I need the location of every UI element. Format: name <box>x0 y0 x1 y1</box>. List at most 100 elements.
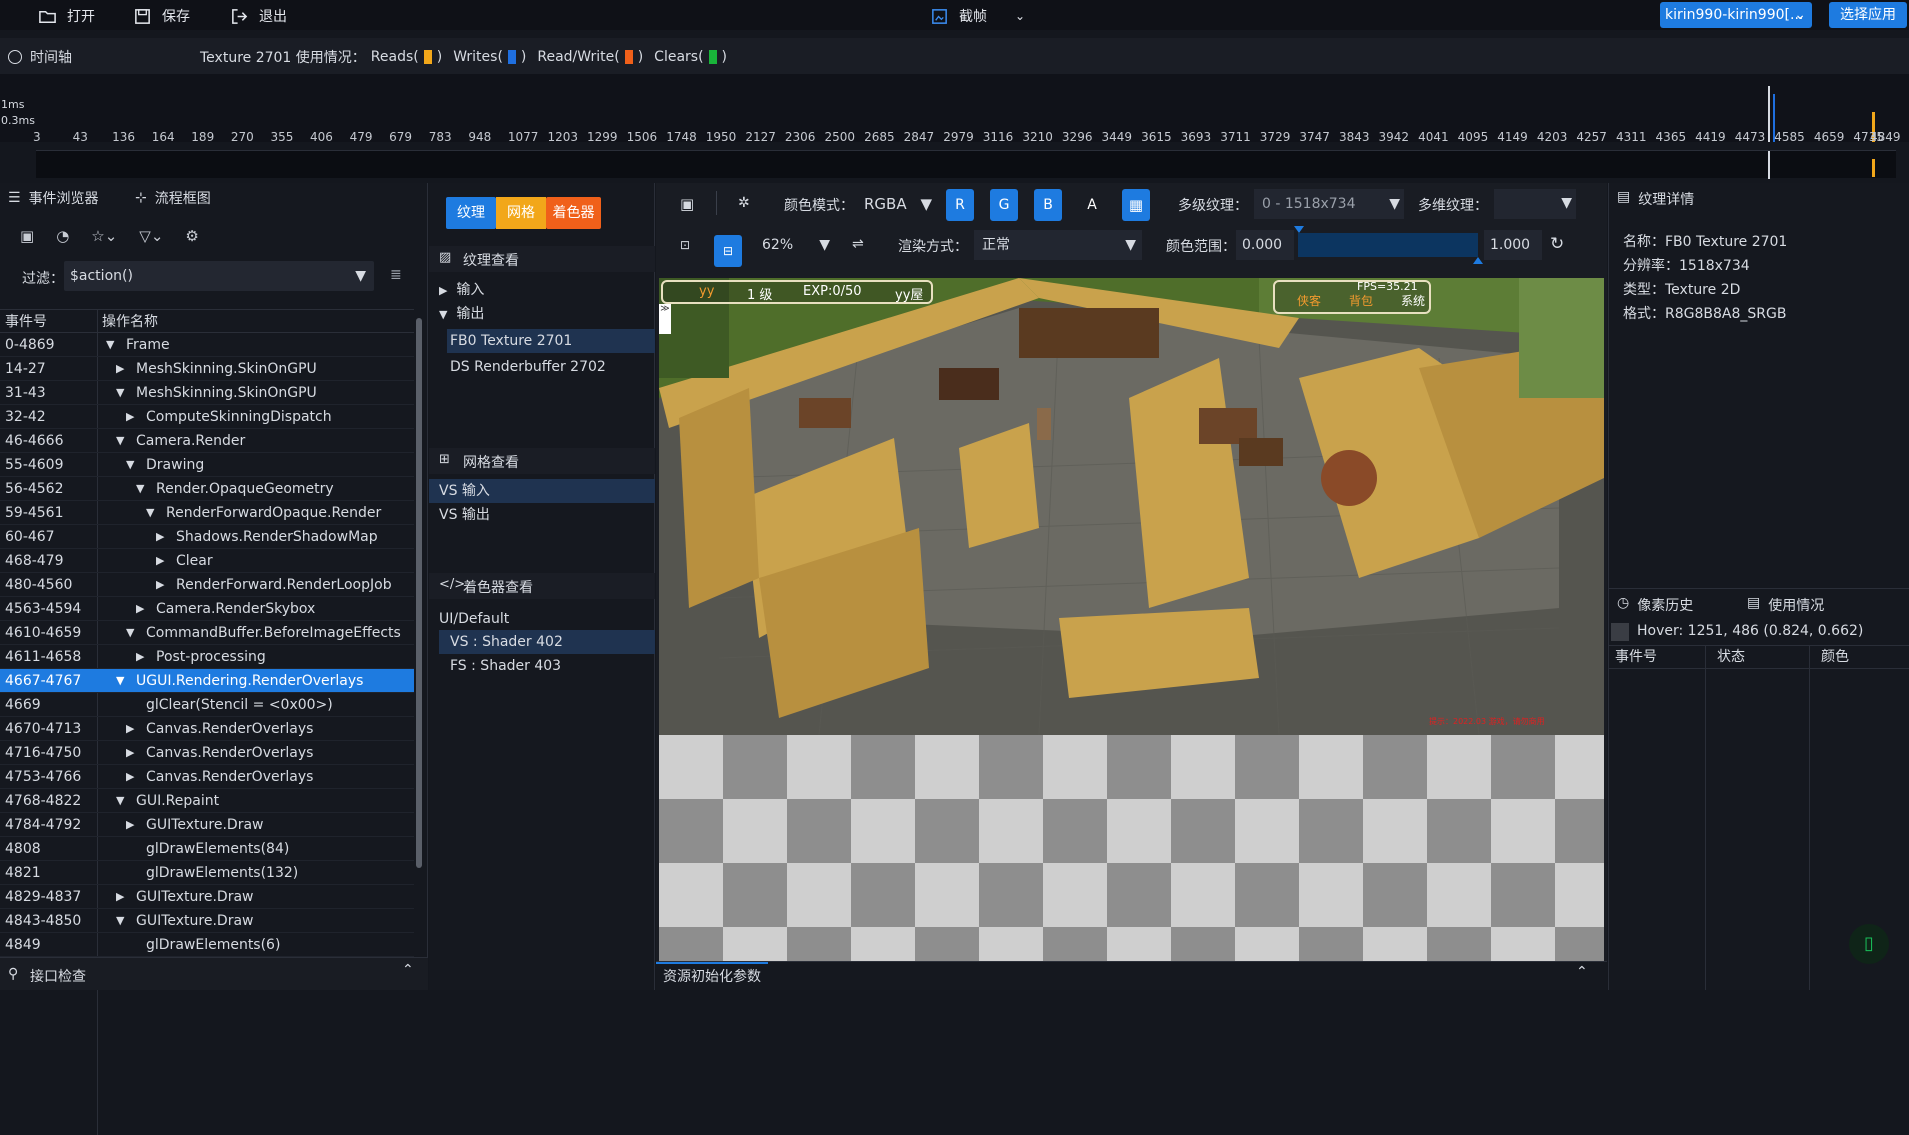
expand-arrow-icon[interactable]: ▼ <box>136 477 144 501</box>
select-app-button[interactable]: 选择应用 <box>1829 2 1907 28</box>
event-row[interactable]: 4784-4792 ▶ GUITexture.Draw <box>0 813 414 837</box>
event-row[interactable]: 59-4561 ▼ RenderForwardOpaque.Render <box>0 501 414 525</box>
collapse-arrow-icon[interactable]: ▶ <box>156 549 164 573</box>
tree-output[interactable]: ▼ 输出 <box>439 303 484 323</box>
expand-arrow-icon[interactable]: ▼ <box>116 789 124 813</box>
event-row[interactable]: 0-4869 ▼ Frame <box>0 333 414 357</box>
event-row[interactable]: 4849 glDrawElements(6) <box>0 933 414 957</box>
expand-arrow-icon[interactable]: ▼ <box>146 501 154 525</box>
tree-input[interactable]: ▶ 输入 <box>439 279 484 299</box>
expand-arrow-icon[interactable]: ▼ <box>116 669 124 693</box>
event-row[interactable]: 4611-4658 ▶ Post-processing <box>0 645 414 669</box>
chevron-up-icon[interactable]: ⌃ <box>1576 964 1588 980</box>
collapse-arrow-icon[interactable]: ▶ <box>136 597 144 621</box>
fullsize-icon[interactable]: ⊟ <box>714 235 742 267</box>
collapse-arrow-icon[interactable]: ▶ <box>126 813 134 837</box>
event-scrollbar[interactable] <box>416 318 422 868</box>
zoom-select[interactable]: 62% ▼ <box>756 230 834 260</box>
channel-g-toggle[interactable]: G <box>990 189 1018 221</box>
reset-icon[interactable]: ↻ <box>1550 234 1564 254</box>
star-icon[interactable]: ☆⌄ <box>91 227 117 245</box>
render-mode-select[interactable]: 正常 ▼ <box>974 230 1142 260</box>
save-texture-icon[interactable]: ▣ <box>680 195 694 213</box>
event-row[interactable]: 480-4560 ▶ RenderForward.RenderLoopJob <box>0 573 414 597</box>
vs-output-item[interactable]: VS 输出 <box>439 503 490 527</box>
interface-check-bar[interactable]: ⚲ 接口检查 ⌃ <box>0 957 428 990</box>
event-row[interactable]: 14-27 ▶ MeshSkinning.SkinOnGPU <box>0 357 414 381</box>
expand-arrow-icon[interactable]: ▼ <box>116 381 124 405</box>
event-row[interactable]: 468-479 ▶ Clear <box>0 549 414 573</box>
range-min-input[interactable]: 0.000 <box>1236 230 1294 260</box>
phone-float-button[interactable]: ▯ <box>1849 924 1889 964</box>
collapse-arrow-icon[interactable]: ▶ <box>126 765 134 789</box>
event-row[interactable]: 60-467 ▶ Shadows.RenderShadowMap <box>0 525 414 549</box>
range-max-input[interactable]: 1.000 <box>1484 230 1542 260</box>
event-row[interactable]: 4716-4750 ▶ Canvas.RenderOverlays <box>0 741 414 765</box>
tab-flow-chart[interactable]: ⊹ 流程框图 <box>135 183 211 213</box>
fb0-texture-item[interactable]: FB0 Texture 2701 <box>447 329 655 353</box>
ui-default-item[interactable]: UI/Default <box>439 607 509 631</box>
event-row[interactable]: 4821 glDrawElements(132) <box>0 861 414 885</box>
collapse-arrow-icon[interactable]: ▶ <box>156 525 164 549</box>
tab-mesh[interactable]: 网格 <box>496 197 546 229</box>
event-row[interactable]: 4610-4659 ▼ CommandBuffer.BeforeImageEffec… <box>0 621 414 645</box>
color-range-slider[interactable] <box>1294 226 1483 264</box>
exit-button[interactable]: 退出 <box>230 6 287 26</box>
ds-renderbuffer-item[interactable]: DS Renderbuffer 2702 <box>450 355 606 379</box>
event-row[interactable]: 4829-4837 ▶ GUITexture.Draw <box>0 885 414 909</box>
tab-event-browser[interactable]: ☰ 事件浏览器 <box>8 183 99 213</box>
collapse-arrow-icon[interactable]: ▶ <box>136 645 144 669</box>
filter-options-icon[interactable]: ≣ <box>390 267 402 283</box>
channel-r-toggle[interactable]: R <box>946 189 974 221</box>
timeline-title[interactable]: 时间轴 <box>8 47 72 67</box>
event-row[interactable]: 4563-4594 ▶ Camera.RenderSkybox <box>0 597 414 621</box>
flip-icon[interactable]: ⇌ <box>852 236 864 252</box>
collapse-arrow-icon[interactable]: ▶ <box>116 357 124 381</box>
collapse-arrow-icon[interactable]: ▶ <box>116 885 124 909</box>
save-event-icon[interactable]: ▣ <box>20 227 34 245</box>
multi-texture-select[interactable]: ▼ <box>1494 189 1576 219</box>
gauge-icon[interactable]: ◔ <box>56 227 69 245</box>
event-row[interactable]: 4669 glClear(Stencil = <0x00>) <box>0 693 414 717</box>
expand-arrow-icon[interactable]: ▼ <box>126 453 134 477</box>
capture-dropdown-icon[interactable]: ⌄ <box>1015 6 1025 26</box>
event-row[interactable]: 4843-4850 ▼ GUITexture.Draw <box>0 909 414 933</box>
event-row[interactable]: 4753-4766 ▶ Canvas.RenderOverlays <box>0 765 414 789</box>
event-row[interactable]: 4667-4767 ▼ UGUI.Rendering.RenderOverlays <box>0 669 414 693</box>
tab-pixel-history[interactable]: ◷ 像素历史 <box>1617 595 1693 615</box>
event-row[interactable]: 55-4609 ▼ Drawing <box>0 453 414 477</box>
expand-arrow-icon[interactable]: ▼ <box>116 429 124 453</box>
tab-usage[interactable]: ▤ 使用情况 <box>1747 595 1824 615</box>
event-row[interactable]: 4670-4713 ▶ Canvas.RenderOverlays <box>0 717 414 741</box>
expand-arrow-icon[interactable]: ▼ <box>126 621 134 645</box>
event-row[interactable]: 56-4562 ▼ Render.OpaqueGeometry <box>0 477 414 501</box>
checker-icon[interactable]: ▦ <box>1122 189 1150 221</box>
bug-icon[interactable]: ✲ <box>738 195 750 211</box>
event-row[interactable]: 4808 glDrawElements(84) <box>0 837 414 861</box>
color-mode-select[interactable]: RGBA ▼ <box>856 189 936 219</box>
event-row[interactable]: 32-42 ▶ ComputeSkinningDispatch <box>0 405 414 429</box>
mip-select[interactable]: 0 - 1518x734 ▼ <box>1254 189 1404 219</box>
range-min-handle[interactable] <box>1294 226 1304 233</box>
collapse-arrow-icon[interactable]: ▶ <box>126 405 134 429</box>
event-row[interactable]: 4768-4822 ▼ GUI.Repaint <box>0 789 414 813</box>
channel-b-toggle[interactable]: B <box>1034 189 1062 221</box>
chevron-up-icon[interactable]: ⌃ <box>402 962 414 978</box>
save-button[interactable]: 保存 <box>133 6 190 26</box>
fit-icon[interactable]: ⊡ <box>680 238 690 252</box>
vs-shader-item[interactable]: VS : Shader 402 <box>439 630 655 654</box>
timeline-scrollbar[interactable] <box>36 150 1896 179</box>
collapse-arrow-icon[interactable]: ▶ <box>126 717 134 741</box>
texture-canvas[interactable]: yy 1 级 EXP:0/50 yy屋 FPS=35.21 侠客 背包 系统 ≫… <box>659 278 1604 735</box>
event-row[interactable]: 46-4666 ▼ Camera.Render <box>0 429 414 453</box>
range-max-handle[interactable] <box>1473 257 1483 264</box>
event-row[interactable]: 31-43 ▼ MeshSkinning.SkinOnGPU <box>0 381 414 405</box>
tab-shader[interactable]: 着色器 <box>546 197 601 229</box>
collapse-arrow-icon[interactable]: ▶ <box>126 741 134 765</box>
open-button[interactable]: 打开 <box>38 6 95 26</box>
device-select[interactable]: kirin990-kirin990[... ⌄ <box>1660 2 1812 28</box>
capture-button[interactable]: 截帧 <box>930 6 987 26</box>
tab-resource-init-params[interactable]: 资源初始化参数 <box>656 962 768 990</box>
fs-shader-item[interactable]: FS : Shader 403 <box>450 654 561 678</box>
channel-a-toggle[interactable]: A <box>1078 189 1106 221</box>
